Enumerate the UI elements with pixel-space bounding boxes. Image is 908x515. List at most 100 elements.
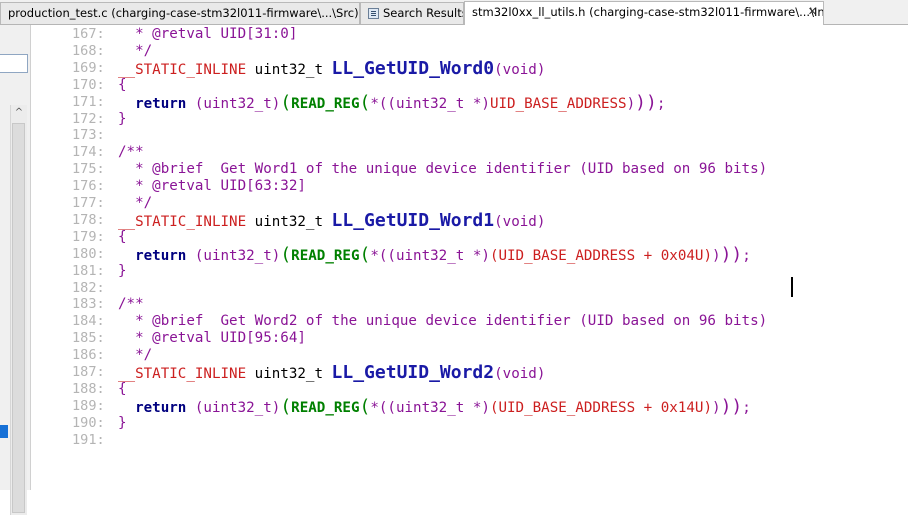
code-token: (void) [494,61,546,78]
code-text: } [118,263,127,280]
code-token: /** [118,144,144,161]
code-line[interactable]: 176: * @retval UID[63:32] [31,178,908,195]
code-token: (UID_BASE_ADDRESS + 0x14U) [489,399,713,416]
code-text: * @retval UID[31:0] [118,26,297,43]
code-token: (UID_BASE_ADDRESS + 0x04U) [489,247,713,264]
code-text: { [118,77,127,94]
code-line[interactable]: 169: __STATIC_INLINE uint32_t LL_GetUID_W… [31,57,908,79]
code-token: return [135,95,187,112]
code-line[interactable]: 179:{ [31,229,908,246]
code-line[interactable]: 187: __STATIC_INLINE uint32_t LL_GetUID_W… [31,362,908,383]
code-line[interactable]: 180: return (uint32_t)(READ_REG(*((uint3… [31,243,908,265]
code-token: { [118,228,127,245]
code-line[interactable]: 182: [31,280,908,297]
code-line[interactable]: 181:} [31,263,908,280]
code-line[interactable]: 189: return (uint32_t)(READ_REG(*((uint3… [31,395,908,417]
code-token: ) [626,95,636,112]
code-text: } [118,415,127,432]
code-token: *((uint32_t *) [370,399,490,416]
code-token: } [118,414,127,431]
code-token: __STATIC_INLINE [118,61,247,78]
code-token: )) [720,395,743,417]
code-text: * @retval UID[95:64] [118,330,306,347]
code-token: */ [118,195,153,211]
code-token: return [135,399,187,416]
panel-input[interactable] [0,54,28,73]
tab-stm32l0xx-ll-utils-h[interactable]: stm32l0xx_ll_utils.h (charging-case-stm3… [464,1,824,25]
code-token: { [118,380,127,397]
code-token: ; [742,399,751,416]
code-token: (uint32_t) [186,399,281,416]
code-line[interactable]: 172:} [31,111,908,128]
code-token: * @retval UID[63:32] [118,178,306,195]
code-line[interactable]: 188:{ [31,381,908,398]
code-line[interactable]: 191: [31,432,908,449]
code-line[interactable]: 175: * @brief Get Word1 of the unique de… [31,161,908,178]
scroll-up-icon[interactable]: ^ [11,105,27,121]
selection-marker [0,425,8,438]
code-token: __STATIC_INLINE [118,213,247,230]
line-number: 191: [72,431,105,448]
code-token: LL_GetUID_Word0 [331,57,495,79]
code-line[interactable]: 173: [31,127,908,144]
code-line[interactable]: 170:{ [31,77,908,94]
code-line[interactable]: 174:/** [31,144,908,161]
code-token: } [118,110,127,127]
code-token: )) [635,91,657,113]
search-results-icon [368,8,379,19]
code-token: LL_GetUID_Word1 [331,209,495,231]
code-token: */ [118,347,153,364]
code-token: * @brief Get Word1 of the unique device … [118,161,768,178]
code-token: *((uint32_t *) [370,95,490,112]
code-text: { [118,381,127,398]
code-token: )) [720,243,743,265]
code-token: READ_REG [291,95,360,112]
scroll-thumb[interactable] [12,123,25,513]
code-token: READ_REG [291,399,360,416]
code-line[interactable]: 185: * @retval UID[95:64] [31,330,908,347]
code-token: *((uint32_t *) [370,247,490,264]
code-token: { [118,76,127,93]
tab-production-test-c[interactable]: production_test.c (charging-case-stm32l0… [0,2,360,24]
panel-scrollbar[interactable]: ^ [10,105,27,515]
code-token: uint32_t [246,213,332,230]
code-text: { [118,229,127,246]
code-text: * @retval UID[63:32] [118,178,306,195]
tab-label: production_test.c (charging-case-stm32l0… [8,6,359,20]
left-side-panel: ^ [0,25,31,515]
code-token: LL_GetUID_Word2 [331,362,495,383]
code-token: UID_BASE_ADDRESS [489,95,627,112]
code-line[interactable]: 167: * @retval UID[31:0] [31,26,908,43]
tab-label: Search Results [383,6,464,20]
editor-tab-bar: production_test.c (charging-case-stm32l0… [0,0,908,25]
code-line[interactable]: 184: * @brief Get Word2 of the unique de… [31,313,908,330]
code-token: */ [118,42,153,59]
code-token: ( [280,91,292,113]
code-line[interactable]: 178: __STATIC_INLINE uint32_t LL_GetUID_W… [31,209,908,231]
code-token: * @retval UID[95:64] [118,330,306,347]
code-token: ( [359,243,371,265]
code-line[interactable]: 171: return (uint32_t)(READ_REG(*((uint3… [31,91,908,113]
code-token: (uint32_t) [186,247,281,264]
code-token: ) [712,399,721,416]
tab-search-results[interactable]: Search Results [360,2,464,24]
code-token: * @brief Get Word2 of the unique device … [118,313,768,330]
code-token: uint32_t [246,366,332,382]
code-token: ; [742,247,751,264]
code-text: */ [118,347,152,364]
code-token: } [118,262,127,279]
code-token: (uint32_t) [186,95,281,112]
code-line[interactable]: 183:/** [31,296,908,313]
code-line[interactable]: 190:} [31,415,908,432]
code-token: ( [359,91,371,113]
line-number: 182: [72,279,105,296]
code-token: ( [280,395,292,417]
code-token: READ_REG [291,247,360,264]
code-token: ( [359,395,371,417]
code-token: uint32_t [246,61,332,78]
code-editor[interactable]: 167: * @retval UID[31:0] 168: */169: __STA… [31,25,908,490]
code-token: * @retval UID[31:0] [118,26,298,42]
code-token: ; [656,95,666,112]
code-text: * @brief Get Word2 of the unique device … [118,313,767,330]
close-icon[interactable]: ✕ [808,2,817,22]
